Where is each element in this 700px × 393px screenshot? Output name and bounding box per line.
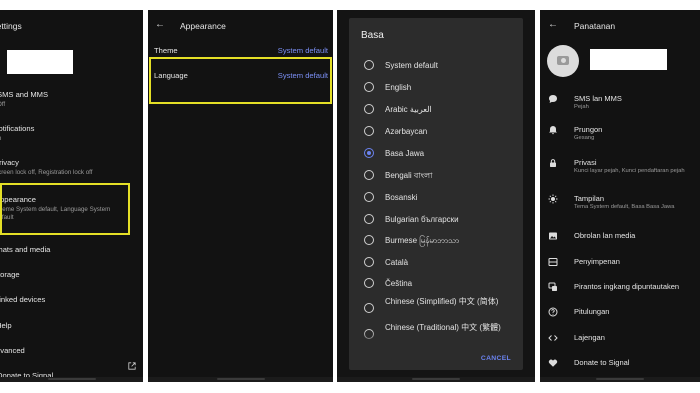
- radio-unselected[interactable]: [364, 235, 374, 245]
- settings-item-label: Notifications: [0, 124, 35, 133]
- page-title: Appearance: [180, 21, 226, 31]
- settings-item-label: Linked devices: [0, 295, 46, 304]
- page-title: Settings: [0, 21, 22, 31]
- language-option-label: Bulgarian български: [385, 215, 459, 224]
- appearance-screen: ← Appearance Theme System default Langua…: [148, 10, 333, 382]
- radio-unselected[interactable]: [364, 192, 374, 202]
- radio-unselected[interactable]: [364, 170, 374, 180]
- brightness-icon: [548, 194, 558, 204]
- panatanan-item-sub: Kunci layar pejah, Kunci pendaftaran pej…: [574, 168, 685, 174]
- system-nav-bar: [0, 377, 143, 382]
- settings-item-sub: Screen lock off, Registration lock off: [0, 169, 93, 176]
- radio-unselected[interactable]: [364, 82, 374, 92]
- settings-item-linked-devices[interactable]: Linked devices: [0, 295, 138, 304]
- radio-unselected[interactable]: [364, 104, 374, 114]
- image-icon: [549, 232, 557, 240]
- panatanan-item-sub: Tema System default, Basa Basa Jawa: [574, 204, 675, 210]
- dialog-title: Basa: [361, 30, 384, 41]
- highlight-box: [149, 57, 332, 104]
- language-dialog: Basa System default English Arabic العربية…: [349, 18, 523, 370]
- language-option-label: Arabic العربية: [385, 105, 432, 114]
- radio-unselected[interactable]: [364, 278, 374, 288]
- language-option-label: System default: [385, 61, 438, 70]
- radio-unselected[interactable]: [364, 303, 374, 313]
- system-nav-bar: [337, 377, 535, 382]
- avatar[interactable]: [547, 45, 579, 77]
- settings-item-storage[interactable]: Storage: [0, 270, 136, 279]
- settings-item-sub: Off: [0, 101, 6, 108]
- external-link-icon: [128, 362, 136, 370]
- settings-item-sms[interactable]: SMS and MMS Off: [0, 90, 140, 109]
- panatanan-item-label: SMS lan MMS: [574, 94, 622, 103]
- settings-item-help[interactable]: Help: [0, 321, 139, 330]
- panatanan-item-label: Obrolan lan media: [574, 231, 636, 240]
- settings-item-chats[interactable]: Chats and media: [0, 245, 136, 254]
- panatanan-item-label: Pitulungan: [574, 307, 610, 316]
- settings-item-privacy[interactable]: Privacy Screen lock off, Registration lo…: [0, 158, 137, 177]
- panatanan-item-label: Lajengan: [574, 333, 605, 342]
- settings-item-label: Storage: [0, 270, 20, 279]
- settings-item-label: Privacy: [0, 158, 19, 167]
- radio-unselected[interactable]: [364, 257, 374, 267]
- theme-value: System default: [277, 46, 328, 55]
- panatanan-screen: ← Panatanan SMS lan MMS Pejah Prungon Ge…: [540, 10, 700, 382]
- back-arrow-icon[interactable]: ←: [155, 19, 165, 30]
- settings-item-advanced[interactable]: Advanced: [0, 346, 134, 355]
- settings-item-sub: On: [0, 135, 136, 143]
- panatanan-item-label: Prungon: [574, 125, 603, 134]
- language-option-label: Bosanski: [385, 193, 418, 202]
- language-option-label: Chinese (Simplified) 中文 (简体): [385, 297, 499, 306]
- heart-icon: [548, 359, 558, 367]
- settings-item-label: SMS and MMS: [0, 90, 49, 99]
- panatanan-item-label: Donate to Signal: [574, 358, 630, 367]
- panatanan-item-sub: Gesang: [574, 135, 595, 141]
- settings-item-label: Advanced: [0, 346, 25, 355]
- settings-item-label: Chats and media: [0, 245, 51, 254]
- language-option-label: Bengali বাংলা: [385, 171, 433, 180]
- chat-bubble-icon: [549, 95, 557, 103]
- language-option-label: Burmese မြန်မာဘာသာ: [385, 236, 460, 245]
- bell-icon: [549, 126, 557, 135]
- settings-screen: Settings SMS and MMS Off Notifications O…: [0, 10, 143, 382]
- back-arrow-icon[interactable]: ←: [548, 19, 558, 30]
- system-nav-bar: [148, 377, 333, 382]
- settings-item-notifications[interactable]: Notifications On: [0, 124, 136, 143]
- panatanan-item-label: Privasi: [574, 158, 597, 167]
- panatanan-item-label: Pirantos ingkang dipuntautaken: [574, 282, 680, 291]
- page-title: Panatanan: [574, 21, 616, 31]
- profile-name-redacted[interactable]: [7, 50, 73, 74]
- language-option-label: English: [385, 83, 412, 92]
- language-option-label: Čeština: [385, 279, 413, 288]
- lock-icon: [550, 159, 556, 167]
- profile-name-redacted[interactable]: [590, 49, 667, 70]
- language-option-label: Basa Jawa: [385, 149, 425, 158]
- theme-label: Theme: [154, 46, 178, 55]
- settings-item-label: Help: [0, 321, 12, 330]
- panatanan-item-label: Tampilan: [574, 194, 605, 203]
- storage-icon: [548, 258, 558, 266]
- radio-unselected[interactable]: [364, 126, 374, 136]
- code-icon: [548, 335, 558, 341]
- help-icon: [548, 307, 558, 317]
- radio-unselected[interactable]: [364, 60, 374, 70]
- system-nav-bar: [540, 377, 700, 382]
- language-picker-screen: Basa System default English Arabic العربية…: [337, 10, 535, 382]
- cancel-button[interactable]: CANCEL: [481, 355, 511, 362]
- linked-devices-icon: [548, 282, 557, 291]
- panatanan-item-sub: Pejah: [574, 104, 589, 110]
- panatanan-item-label: Penyimpenan: [574, 257, 620, 266]
- highlight-box: [0, 183, 130, 235]
- language-option-label: Català: [385, 258, 409, 267]
- radio-selected[interactable]: [364, 148, 374, 158]
- language-option-label: Azərbaycan: [385, 127, 428, 136]
- radio-unselected[interactable]: [364, 214, 374, 224]
- scroll-fade: [349, 330, 523, 348]
